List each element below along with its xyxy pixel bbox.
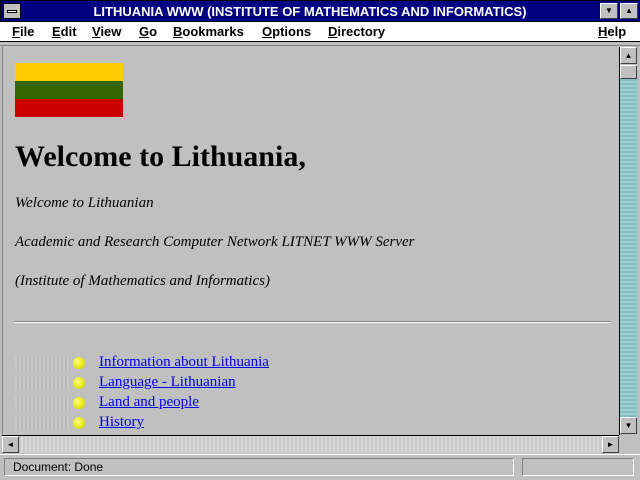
system-menu-button[interactable] <box>3 3 21 19</box>
minimize-button[interactable]: ▼ <box>600 3 618 19</box>
flag-stripe-green <box>15 81 123 99</box>
menu-directory-label: irectory <box>337 24 386 39</box>
menu-view[interactable]: View <box>92 24 121 39</box>
menu-directory[interactable]: Directory <box>328 24 385 39</box>
maximize-button[interactable]: ▲ <box>620 3 638 19</box>
menu-directory-hotkey: D <box>328 24 338 39</box>
list-item: Information about Lithuania <box>15 353 415 373</box>
scroll-left-arrow-icon[interactable]: ◄ <box>2 436 19 453</box>
menu-help[interactable]: Help <box>598 24 626 39</box>
status-bar: Document: Done <box>0 454 640 480</box>
scroll-down-arrow-icon[interactable]: ▼ <box>620 417 637 434</box>
menu-help-label: elp <box>607 24 627 39</box>
flag-stripe-red <box>15 99 123 117</box>
yellow-ball-bullet-icon <box>73 417 85 429</box>
lithuanian-flag-image <box>15 63 123 117</box>
menu-options-hotkey: O <box>262 24 273 39</box>
link-information-about-lithuania[interactable]: Information about Lithuania <box>99 354 269 371</box>
vertical-scrollbar[interactable]: ▲ ▼ <box>619 47 637 435</box>
menu-go-hotkey: G <box>139 24 150 39</box>
window-title: LITHUANIA WWW (INSTITUTE OF MATHEMATICS … <box>93 4 527 19</box>
yellow-ball-bullet-icon <box>73 377 85 389</box>
page-heading: Welcome to Lithuania, <box>15 140 306 173</box>
list-indent-pattern <box>15 416 70 430</box>
intro-line-3: (Institute of Mathematics and Informatic… <box>15 273 270 289</box>
list-indent-pattern <box>15 356 70 370</box>
menu-help-hotkey: H <box>598 24 608 39</box>
title-bar: LITHUANIA WWW (INSTITUTE OF MATHEMATICS … <box>0 0 640 22</box>
menu-options-label: ptions <box>272 24 312 39</box>
intro-line-2: Academic and Research Computer Network L… <box>15 234 415 250</box>
list-item: History <box>15 413 415 433</box>
toolbar-separator <box>0 42 640 46</box>
menu-file[interactable]: File <box>12 24 34 39</box>
menu-bookmarks-label: ookmarks <box>182 24 244 39</box>
scroll-right-arrow-icon[interactable]: ► <box>602 436 619 453</box>
link-language-lithuanian[interactable]: Language - Lithuanian <box>99 374 236 391</box>
menu-edit[interactable]: Edit <box>52 24 77 39</box>
menu-edit-label: dit <box>60 24 77 39</box>
yellow-ball-bullet-icon <box>73 357 85 369</box>
status-text: Document: Done <box>4 458 514 476</box>
menu-go-label: o <box>149 24 158 39</box>
menu-bar: File Edit View Go Bookmarks Options Dire… <box>0 22 640 42</box>
horizontal-scrollbar[interactable]: ◄ ► <box>2 435 619 453</box>
horizontal-rule <box>15 321 611 323</box>
system-menu-icon <box>7 10 17 13</box>
vertical-scroll-track[interactable] <box>620 65 637 417</box>
yellow-ball-bullet-icon <box>73 397 85 409</box>
document-view: Welcome to Lithuania, Welcome to Lithuan… <box>2 47 619 435</box>
link-land-and-people[interactable]: Land and people <box>99 394 199 411</box>
list-item: Land and people <box>15 393 415 413</box>
menu-bookmarks-hotkey: B <box>173 24 183 39</box>
list-item: Language - Lithuanian <box>15 373 415 393</box>
flag-stripe-yellow <box>15 63 123 81</box>
menu-file-label: ile <box>19 24 35 39</box>
menu-view-label: iew <box>100 24 122 39</box>
horizontal-scroll-track[interactable] <box>19 436 602 453</box>
menu-options[interactable]: Options <box>262 24 311 39</box>
menu-bookmarks[interactable]: Bookmarks <box>173 24 244 39</box>
menu-edit-hotkey: E <box>52 24 61 39</box>
link-history[interactable]: History <box>99 414 144 431</box>
list-indent-pattern <box>15 376 70 390</box>
list-indent-pattern <box>15 396 70 410</box>
menu-file-hotkey: F <box>12 24 20 39</box>
vertical-scroll-thumb[interactable] <box>620 65 637 79</box>
intro-line-1: Welcome to Lithuanian <box>15 195 154 211</box>
progress-indicator <box>522 458 634 476</box>
menu-go[interactable]: Go <box>139 24 157 39</box>
scroll-up-arrow-icon[interactable]: ▲ <box>620 47 637 64</box>
